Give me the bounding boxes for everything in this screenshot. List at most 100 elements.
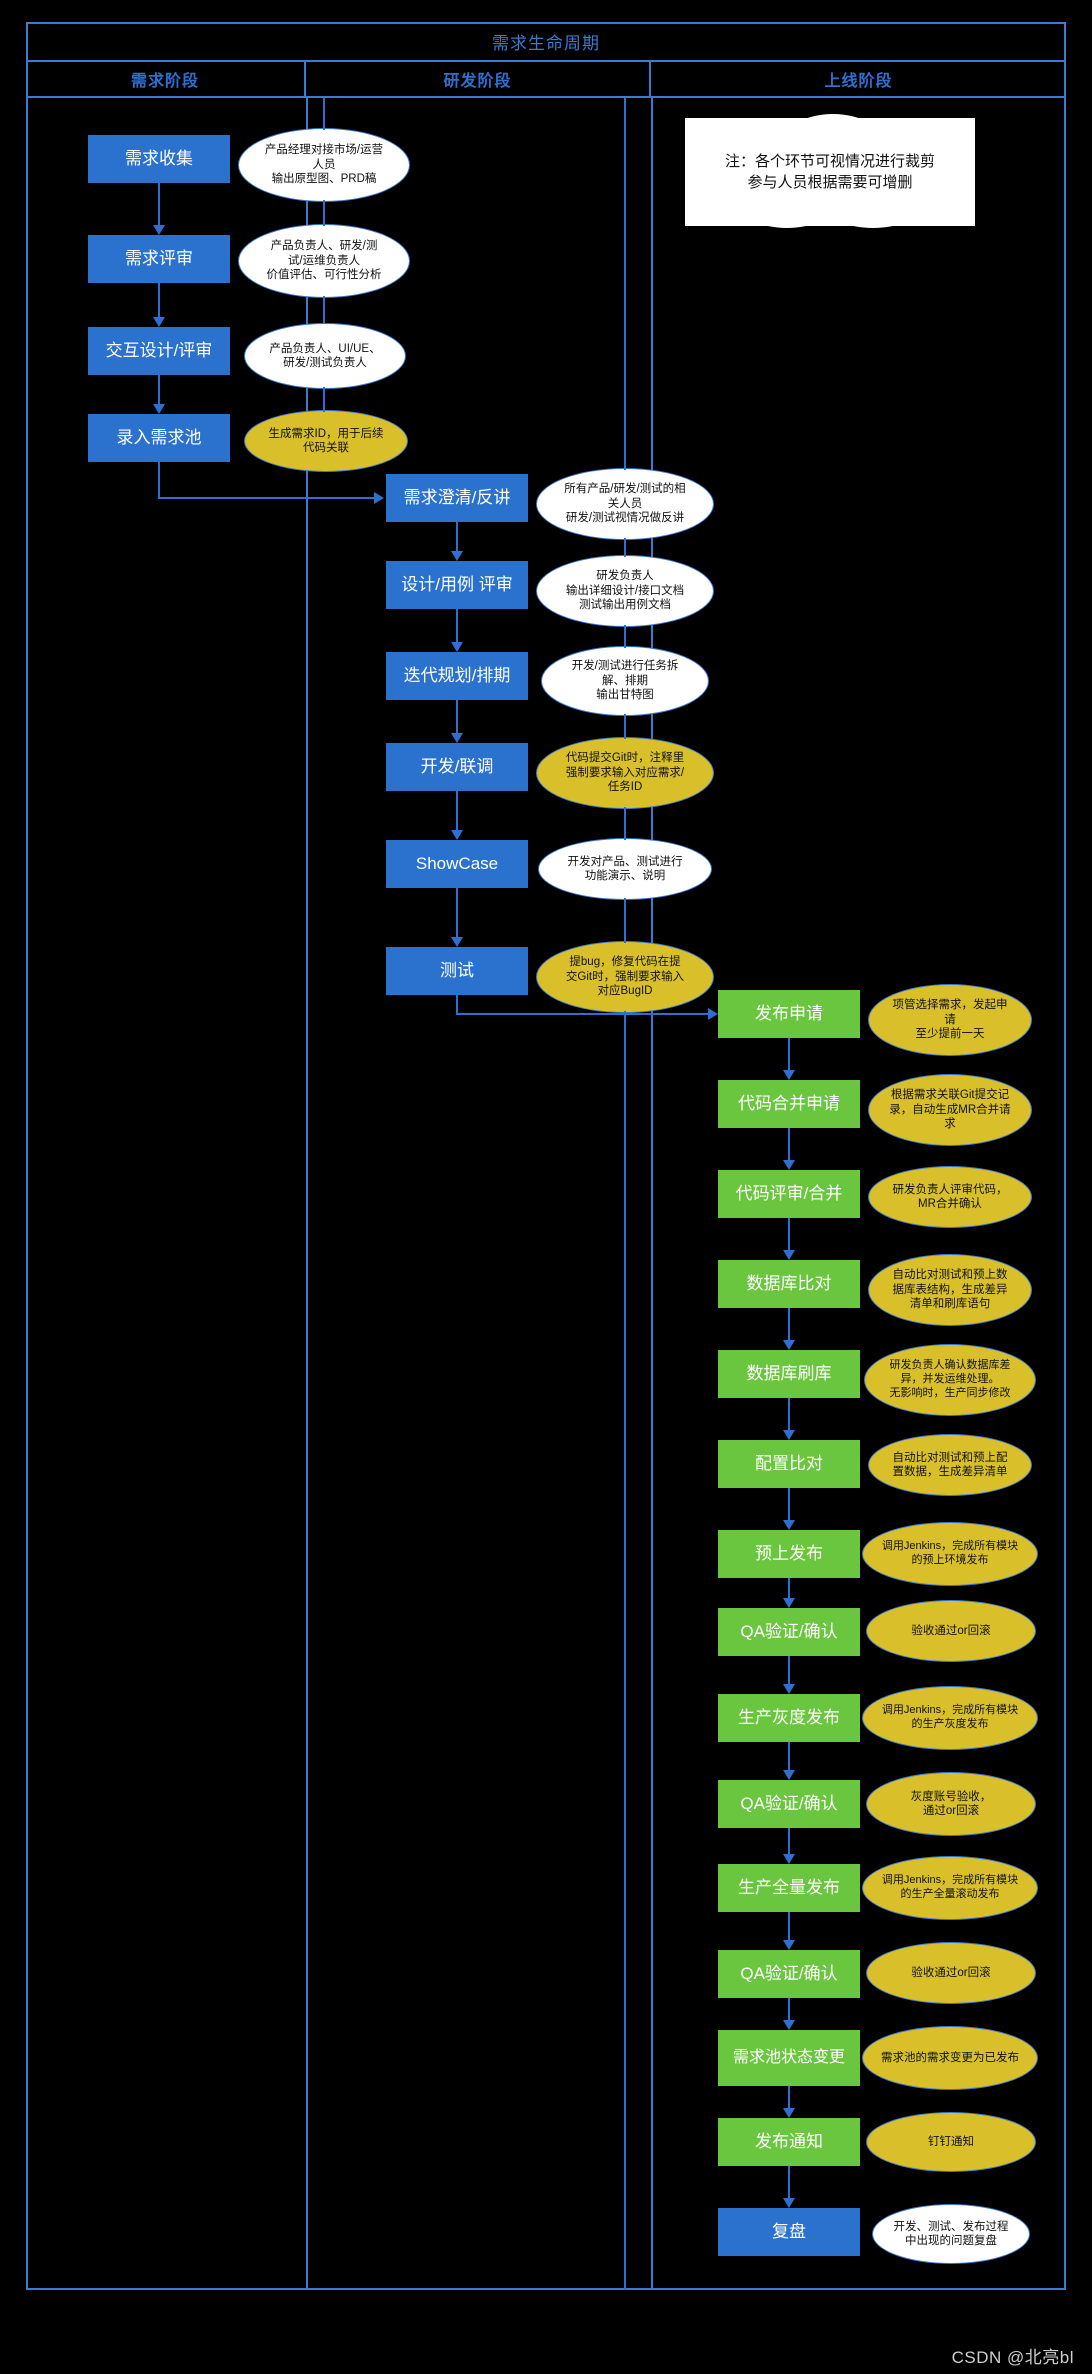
node-label: 发布通知 bbox=[755, 2132, 823, 2152]
node-pre-release[interactable]: 预上发布 bbox=[718, 1530, 860, 1578]
connector-line bbox=[456, 609, 458, 642]
bubble-line: 试/运维负责人 bbox=[287, 254, 361, 267]
connector-line bbox=[788, 1578, 790, 1598]
bubble-line: MR合并确认 bbox=[918, 1198, 982, 1210]
bubble-line: 解、排期 bbox=[602, 674, 648, 687]
bubble-pre-release: 调用Jenkins，完成所有模块 的预上环境发布 bbox=[862, 1522, 1038, 1586]
lane-header-requirement: 需求阶段 bbox=[26, 62, 306, 96]
bubble-spine bbox=[624, 807, 626, 840]
node-db-compare[interactable]: 数据库比对 bbox=[718, 1260, 860, 1308]
node-release-notification[interactable]: 发布通知 bbox=[718, 2118, 860, 2166]
bubble-develop-joint-debug: 代码提交Git时，注释里 强制要求输入对应需求/ 任务ID bbox=[536, 737, 714, 809]
bubble-code-merge-request: 根据需求关联Git提交记 录，自动生成MR合并请 求 bbox=[868, 1074, 1032, 1146]
node-iteration-plan[interactable]: 迭代规划/排期 bbox=[386, 652, 528, 700]
diagram-title-bar: 需求生命周期 bbox=[26, 22, 1066, 62]
node-prod-gray-release[interactable]: 生产灰度发布 bbox=[718, 1694, 860, 1742]
connector-line bbox=[158, 283, 160, 317]
node-interaction-design[interactable]: 交互设计/评审 bbox=[88, 327, 230, 375]
bubble-requirement-clarify: 所有产品/研发/测试的相 关人员 研发/测试视情况做反讲 bbox=[536, 468, 714, 540]
node-requirement-clarify[interactable]: 需求澄清/反讲 bbox=[386, 474, 528, 522]
node-label: 交互设计/评审 bbox=[105, 341, 213, 361]
connector-arrow bbox=[783, 1250, 795, 1260]
node-requirement-pool-status-change[interactable]: 需求池状态变更 bbox=[718, 2030, 860, 2086]
connector-arrow bbox=[451, 642, 463, 652]
node-prod-full-release[interactable]: 生产全量发布 bbox=[718, 1864, 860, 1912]
bubble-spine bbox=[323, 98, 325, 130]
bubble-release-notification: 钉钉通知 bbox=[866, 2112, 1036, 2172]
bubble-qa-verify-1: 验收通过or回滚 bbox=[866, 1600, 1036, 1662]
bubble-line: 交Git时，强制要求输入 bbox=[565, 970, 685, 983]
connector-arrow bbox=[783, 1940, 795, 1950]
connector-arrow bbox=[451, 733, 463, 743]
connector-arrow bbox=[783, 1070, 795, 1080]
watermark: CSDN @北亮bl bbox=[951, 2348, 1074, 2367]
bubble-release-request: 项管选择需求，发起申 请 至少提前一天 bbox=[868, 984, 1032, 1056]
lane-header-label: 研发阶段 bbox=[443, 73, 512, 90]
bubble-line: 测试输出用例文档 bbox=[579, 599, 671, 612]
connector-arrow bbox=[451, 830, 463, 840]
bubble-db-compare: 自动比对测试和预上数 据库表结构，生成差异 清单和刷库语句 bbox=[868, 1254, 1032, 1326]
node-release-request[interactable]: 发布申请 bbox=[718, 990, 860, 1038]
bubble-requirement-pool-status-change: 需求池的需求变更为已发布 bbox=[862, 2026, 1038, 2090]
connector-line bbox=[158, 375, 160, 404]
bubble-line: 据库表结构，生成差异 bbox=[892, 1283, 1008, 1296]
bubble-line: 研发/测试视情况做反讲 bbox=[565, 512, 685, 525]
node-label: 预上发布 bbox=[755, 1544, 823, 1564]
bubble-line: 验收通过or回滚 bbox=[911, 1624, 991, 1637]
connector-line bbox=[788, 1128, 790, 1160]
node-label: ShowCase bbox=[415, 854, 499, 874]
bubble-line: 提bug，修复代码在提 bbox=[569, 956, 681, 969]
bubble-line: 需求池的需求变更为已发布 bbox=[881, 2051, 1019, 2064]
node-label: 测试 bbox=[440, 961, 474, 981]
node-requirement-review[interactable]: 需求评审 bbox=[88, 235, 230, 283]
bubble-db-refresh: 研发负责人确认数据库差 异，并发运维处理。 无影响时，生产同步修改 bbox=[864, 1344, 1036, 1416]
bubble-spine bbox=[624, 898, 626, 943]
connector-line bbox=[456, 888, 458, 937]
bubble-line: 人员 bbox=[312, 158, 336, 171]
lane-header-label: 需求阶段 bbox=[130, 73, 199, 90]
connector-arrow bbox=[783, 1160, 795, 1170]
node-design-case-review[interactable]: 设计/用例 评审 bbox=[386, 561, 528, 609]
node-config-compare[interactable]: 配置比对 bbox=[718, 1440, 860, 1488]
node-db-refresh[interactable]: 数据库刷库 bbox=[718, 1350, 860, 1398]
node-requirement-collect[interactable]: 需求收集 bbox=[88, 135, 230, 183]
bubble-line: 开发、测试、发布过程 bbox=[893, 2220, 1009, 2233]
bubble-spine bbox=[624, 538, 626, 557]
node-retrospective[interactable]: 复盘 bbox=[718, 2208, 860, 2256]
bubble-line: 项管选择需求，发起申 bbox=[892, 999, 1008, 1012]
node-qa-verify-1[interactable]: QA验证/确认 bbox=[718, 1608, 860, 1656]
bubble-line: 研发负责人评审代码， bbox=[892, 1183, 1008, 1196]
connector-arrow bbox=[783, 1854, 795, 1864]
connector-arrow bbox=[708, 1008, 718, 1020]
bubble-line: 通过or回滚 bbox=[922, 1805, 980, 1817]
node-showcase[interactable]: ShowCase bbox=[386, 840, 528, 888]
node-qa-verify-3[interactable]: QA验证/确认 bbox=[718, 1950, 860, 1998]
node-test[interactable]: 测试 bbox=[386, 947, 528, 995]
bubble-line: 对应BugID bbox=[597, 985, 653, 998]
connector-line bbox=[456, 1013, 708, 1015]
connector-arrow bbox=[783, 1340, 795, 1350]
bubble-line: 功能演示、说明 bbox=[584, 870, 666, 882]
node-qa-verify-2[interactable]: QA验证/确认 bbox=[718, 1780, 860, 1828]
note-cloud-line1: 注：各个环节可视情况进行裁剪 bbox=[724, 153, 935, 170]
bubble-line: 输出甘特图 bbox=[596, 689, 654, 702]
connector-line bbox=[456, 995, 458, 1015]
bubble-line: 产品负责人、研发/测 bbox=[270, 240, 378, 253]
note-cloud: 注：各个环节可视情况进行裁剪 参与人员根据需要可增删 bbox=[685, 114, 975, 228]
bubble-line: 灰度账号验收， bbox=[910, 1790, 992, 1803]
node-label: 开发/联调 bbox=[420, 757, 494, 777]
node-label: 复盘 bbox=[772, 2222, 806, 2242]
node-enter-requirement-pool[interactable]: 录入需求池 bbox=[88, 414, 230, 462]
connector-line bbox=[788, 1308, 790, 1340]
connector-line bbox=[788, 2086, 790, 2108]
bubble-line: 自动比对测试和预上数 bbox=[892, 1269, 1008, 1282]
connector-line bbox=[788, 1218, 790, 1250]
bubble-line: 关人员 bbox=[607, 497, 643, 510]
node-label: 代码评审/合并 bbox=[735, 1184, 843, 1204]
bubble-line: 输出详细设计/接口文档 bbox=[565, 584, 685, 597]
node-code-merge-request[interactable]: 代码合并申请 bbox=[718, 1080, 860, 1128]
node-code-review-merge[interactable]: 代码评审/合并 bbox=[718, 1170, 860, 1218]
bubble-line: 调用Jenkins，完成所有模块 bbox=[881, 1704, 1019, 1717]
node-develop-joint-debug[interactable]: 开发/联调 bbox=[386, 743, 528, 791]
node-label: 生产灰度发布 bbox=[738, 1708, 840, 1728]
